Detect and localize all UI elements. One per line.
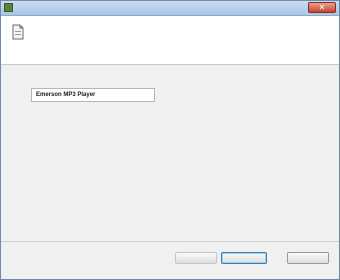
device-name-input[interactable]: Emerson MP3 Player <box>31 88 155 102</box>
app-icon <box>4 3 13 12</box>
wizard-content: Emerson MP3 Player <box>1 65 339 241</box>
setup-window: ✕ Emerson MP3 Player <box>0 0 340 280</box>
back-button[interactable] <box>175 252 217 264</box>
button-bar <box>1 241 339 279</box>
close-button[interactable]: ✕ <box>308 2 336 13</box>
title-bar[interactable]: ✕ <box>1 1 339 16</box>
document-icon <box>12 24 24 40</box>
cancel-button[interactable] <box>287 252 329 264</box>
next-button[interactable] <box>221 252 267 264</box>
wizard-header <box>1 16 339 65</box>
